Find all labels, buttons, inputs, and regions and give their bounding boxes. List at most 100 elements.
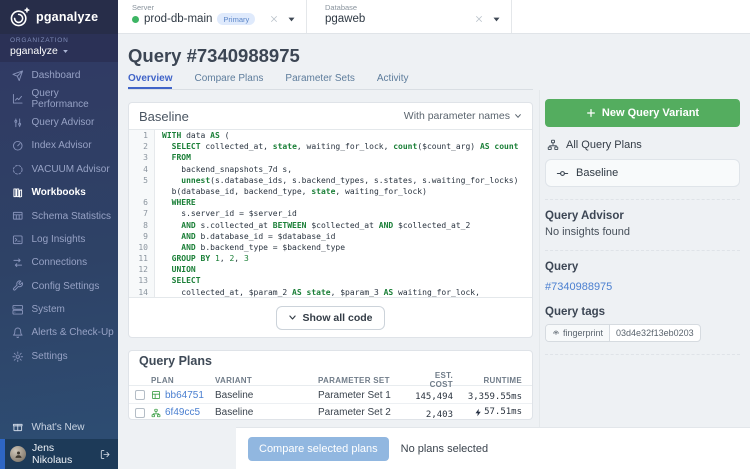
plan-tree-icon	[151, 408, 161, 418]
parameter-set-cell: Parameter Set 2	[318, 407, 415, 418]
code-text: s.server_id = $server_id	[155, 208, 297, 219]
line-number: 10	[129, 242, 155, 253]
code-text: AND b.backend_type = $backend_type	[155, 242, 345, 253]
parameter-names-dropdown[interactable]: With parameter names	[404, 110, 522, 122]
query-plans-title: Query Plans	[129, 351, 532, 371]
logo-row[interactable]: pganalyze	[0, 0, 118, 34]
tab-compare-plans[interactable]: Compare Plans	[194, 73, 263, 89]
organization-label: ORGANIZATION	[10, 37, 118, 44]
line-number: 3	[129, 152, 155, 163]
sidebar-item-connections[interactable]: Connections	[0, 251, 118, 274]
organization-switcher[interactable]: ORGANIZATION pganalyze	[0, 34, 118, 62]
tab-bar: Overview Compare Plans Parameter Sets Ac…	[128, 73, 533, 90]
runtime-cell: 3,359.55ms	[453, 386, 522, 404]
sidebar-item-query-performance[interactable]: Query Performance	[0, 87, 118, 110]
variant-cell: Baseline	[215, 390, 318, 401]
sidebar-item-vacuum-advisor[interactable]: VACUUM Advisor	[0, 158, 118, 181]
code-line: 12 UNION	[129, 264, 532, 275]
baseline-panel-title: Baseline	[139, 109, 189, 124]
chevron-down-icon	[288, 313, 297, 322]
alerts-icon	[12, 327, 24, 339]
sidebar-item-workbooks[interactable]: Workbooks	[0, 181, 118, 204]
variant-cell: Baseline	[215, 407, 318, 418]
parameter-names-dropdown-label: With parameter names	[404, 110, 510, 122]
user-name: Jens Nikolaus	[32, 442, 94, 466]
sidebar-item-log-insights[interactable]: Log Insights	[0, 228, 118, 251]
code-line: 1WITH data AS (	[129, 130, 532, 141]
log-insights-icon	[12, 234, 24, 246]
sidebar-item-dashboard[interactable]: Dashboard	[0, 64, 118, 87]
fingerprint-tag-chip[interactable]: fingerprint 03d4e32f13eb0203	[545, 324, 701, 342]
plan-link[interactable]: 6f49cc5	[165, 407, 200, 418]
tab-overview[interactable]: Overview	[128, 73, 172, 89]
tag-value: 03d4e32f13eb0203	[610, 328, 700, 338]
user-menu[interactable]: Jens Nikolaus	[0, 439, 118, 469]
topbar: Server prod-db-main Primary Database pga…	[118, 0, 750, 34]
table-row: bb64751BaselineParameter Set 1145,4943,3…	[129, 386, 532, 404]
code-line: 2 SELECT collected_at, state, waiting_fo…	[129, 141, 532, 152]
show-all-code-button[interactable]: Show all code	[276, 306, 384, 330]
sql-code-block: 1WITH data AS (2 SELECT collected_at, st…	[129, 129, 532, 298]
schema-statistics-icon	[12, 210, 24, 222]
all-query-plans-link[interactable]: All Query Plans	[545, 135, 740, 155]
server-status-dot	[132, 16, 139, 23]
plus-icon	[586, 108, 596, 118]
database-caret-down-icon[interactable]	[492, 15, 501, 24]
code-text: unnest(s.database_ids, s.backend_types, …	[155, 175, 518, 186]
divider	[545, 199, 740, 200]
query-plans-header-row: PLAN VARIANT PARAMETER SET EST. COST RUN…	[129, 371, 532, 386]
organization-name: pganalyze	[10, 45, 58, 57]
plan-cell: bb64751	[151, 390, 215, 401]
code-text: UNION	[155, 264, 196, 275]
sidebar-item-settings[interactable]: Settings	[0, 345, 118, 368]
sidebar-item-label: System	[32, 304, 65, 315]
plan-checkbox[interactable]	[135, 390, 145, 400]
index-advisor-icon	[12, 140, 24, 152]
code-text: SELECT collected_at, state, waiting_for_…	[155, 141, 519, 152]
database-selector[interactable]: Database pgaweb	[307, 0, 512, 33]
sidebar-item-query-advisor[interactable]: Query Advisor	[0, 111, 118, 134]
sidebar: pganalyze ORGANIZATION pganalyze Dashboa…	[0, 0, 118, 469]
line-number: 13	[129, 275, 155, 286]
query-heading: Query	[545, 261, 740, 273]
line-number: 4	[129, 164, 155, 175]
logout-icon[interactable]	[100, 449, 110, 460]
code-line: 7 s.server_id = $server_id	[129, 208, 532, 219]
server-selector[interactable]: Server prod-db-main Primary	[118, 0, 307, 33]
clear-database-icon[interactable]	[474, 14, 484, 24]
runtime-value: 57.51ms	[484, 407, 522, 417]
tab-activity[interactable]: Activity	[377, 73, 409, 89]
new-query-variant-button[interactable]: New Query Variant	[545, 99, 740, 127]
sidebar-item-schema-statistics[interactable]: Schema Statistics	[0, 204, 118, 227]
hierarchy-icon	[547, 139, 559, 151]
query-id-link[interactable]: #7340988975	[545, 281, 612, 293]
query-advisor-icon	[12, 117, 24, 129]
runtime-value: 3,359.55ms	[468, 392, 522, 402]
tab-parameter-sets[interactable]: Parameter Sets	[285, 73, 354, 89]
sidebar-item-config-settings[interactable]: Config Settings	[0, 275, 118, 298]
code-line: 5 unnest(s.database_ids, s.backend_types…	[129, 175, 532, 186]
clear-server-icon[interactable]	[269, 14, 279, 24]
tag-key-label: fingerprint	[563, 328, 603, 338]
runtime-cell: 57.51ms	[453, 404, 522, 422]
baseline-variant-label: Baseline	[576, 167, 618, 179]
sidebar-item-whats-new[interactable]: What's New	[0, 415, 118, 439]
sidebar-item-system[interactable]: System	[0, 298, 118, 321]
sidebar-item-label: Alerts & Check-Up	[32, 327, 114, 338]
divider	[545, 250, 740, 251]
primary-badge: Primary	[217, 13, 255, 25]
column-plan: PLAN	[151, 376, 215, 385]
baseline-variant-item[interactable]: Baseline	[545, 159, 740, 187]
code-text: backend_snapshots_7d s,	[155, 164, 292, 175]
app-window: pganalyze ORGANIZATION pganalyze Dashboa…	[0, 0, 750, 469]
plan-checkbox[interactable]	[135, 408, 145, 418]
workbooks-icon	[12, 187, 24, 199]
compare-selected-plans-button[interactable]: Compare selected plans	[248, 437, 389, 461]
sidebar-item-index-advisor[interactable]: Index Advisor	[0, 134, 118, 157]
line-number: 2	[129, 141, 155, 152]
plan-link[interactable]: bb64751	[165, 390, 204, 401]
code-line: 8 AND s.collected_at BETWEEN $collected_…	[129, 220, 532, 231]
sidebar-item-alerts-check-up[interactable]: Alerts & Check-Up	[0, 321, 118, 344]
plan-cell: 6f49cc5	[151, 407, 215, 418]
server-caret-down-icon[interactable]	[287, 15, 296, 24]
